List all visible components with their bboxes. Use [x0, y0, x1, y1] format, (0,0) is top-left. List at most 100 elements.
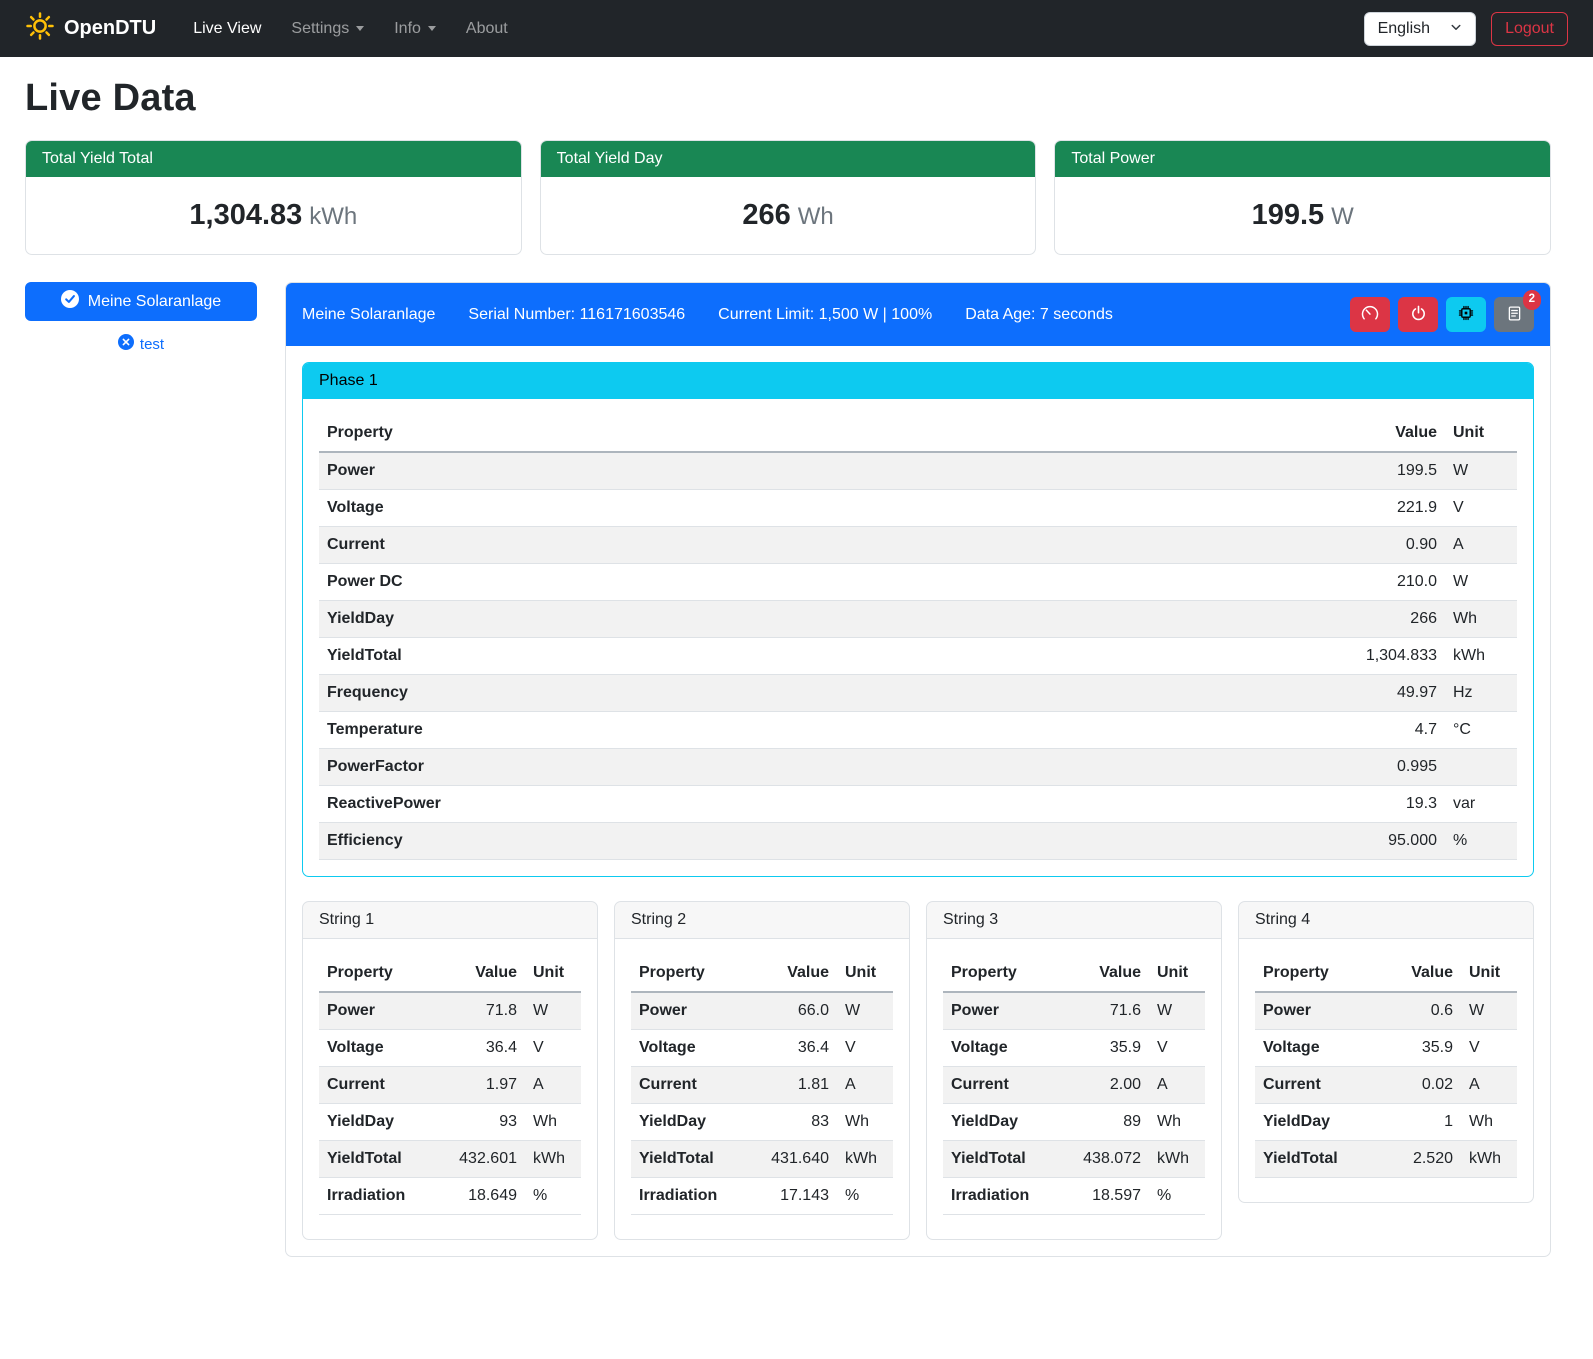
inverter-panel-header: Meine Solaranlage Serial Number: 1161716…: [286, 283, 1550, 346]
row-unit: V: [1461, 1030, 1517, 1067]
column-header-property: Property: [319, 415, 1325, 452]
table-row: Current0.02A: [1255, 1067, 1517, 1104]
language-select[interactable]: English: [1364, 12, 1476, 46]
table-row: YieldTotal1,304.833kWh: [319, 638, 1517, 675]
row-value: 71.6: [1061, 992, 1149, 1030]
row-property: Power: [631, 992, 749, 1030]
row-value: 18.649: [437, 1178, 525, 1215]
row-property: YieldDay: [319, 1104, 437, 1141]
column-header-unit: Unit: [1149, 955, 1205, 992]
table-row: ReactivePower19.3var: [319, 786, 1517, 823]
row-unit: W: [525, 992, 581, 1030]
row-value: 35.9: [1061, 1030, 1149, 1067]
row-unit: V: [837, 1030, 893, 1067]
table-row: Power0.6W: [1255, 992, 1517, 1030]
table-row: Power66.0W: [631, 992, 893, 1030]
phase-table-body: Power199.5WVoltage221.9VCurrent0.90APowe…: [319, 452, 1517, 860]
card-unit: Wh: [798, 203, 834, 230]
table-row: Voltage35.9V: [1255, 1030, 1517, 1067]
row-value: 36.4: [437, 1030, 525, 1067]
string-card-2: String 2 Property Value Unit: [614, 901, 910, 1240]
table-row: YieldTotal2.520kWh: [1255, 1141, 1517, 1178]
row-property: Efficiency: [319, 823, 1325, 860]
string-body: Property Value Unit Power66.0WVoltage36.…: [615, 939, 909, 1239]
table-row: YieldDay266Wh: [319, 601, 1517, 638]
inverter-sidebar: Meine Solaranlage test: [25, 282, 257, 354]
row-value: 49.97: [1325, 675, 1445, 712]
row-unit: V: [525, 1030, 581, 1067]
row-value: 19.3: [1325, 786, 1445, 823]
speedometer-icon: [1360, 303, 1380, 326]
row-unit: V: [1445, 490, 1517, 527]
row-value: 210.0: [1325, 564, 1445, 601]
string-body: Property Value Unit Power71.6WVoltage35.…: [927, 939, 1221, 1239]
event-count-badge: 2: [1523, 290, 1541, 310]
table-row: Temperature4.7°C: [319, 712, 1517, 749]
row-value: 83: [749, 1104, 837, 1141]
column-header-value: Value: [749, 955, 837, 992]
column-header-property: Property: [943, 955, 1061, 992]
row-property: Power: [319, 452, 1325, 490]
string-title: String 1: [303, 902, 597, 939]
string-body: Property Value Unit Power71.8WVoltage36.…: [303, 939, 597, 1239]
row-unit: kWh: [1461, 1141, 1517, 1178]
table-row: PowerFactor0.995: [319, 749, 1517, 786]
row-unit: Wh: [1461, 1104, 1517, 1141]
card-value: 266: [742, 199, 790, 231]
row-property: YieldTotal: [943, 1141, 1061, 1178]
nav-live-view[interactable]: Live View: [178, 12, 276, 46]
inverter-select-test[interactable]: test: [25, 334, 257, 354]
row-value: 0.90: [1325, 527, 1445, 564]
table-header-row: Property Value Unit: [943, 955, 1205, 992]
row-value: 1.81: [749, 1067, 837, 1104]
phase-body: Property Value Unit Power199.5WVoltage22…: [303, 399, 1533, 876]
column-header-property: Property: [1255, 955, 1373, 992]
device-info-button[interactable]: [1446, 297, 1486, 332]
card-value: 1,304.83: [189, 199, 302, 231]
string-card-1: String 1 Property Value Unit: [302, 901, 598, 1240]
table-row: Voltage35.9V: [943, 1030, 1205, 1067]
row-property: YieldDay: [631, 1104, 749, 1141]
table-row: Power DC210.0W: [319, 564, 1517, 601]
table-row: Irradiation17.143%: [631, 1178, 893, 1215]
card-title: Total Power: [1055, 141, 1550, 177]
row-value: 266: [1325, 601, 1445, 638]
top-navbar: OpenDTU Live View Settings Info About En…: [0, 0, 1593, 57]
row-unit: %: [525, 1178, 581, 1215]
column-header-value: Value: [1061, 955, 1149, 992]
card-body: 1,304.83kWh: [26, 177, 521, 254]
row-value: 221.9: [1325, 490, 1445, 527]
nav-info[interactable]: Info: [379, 12, 451, 46]
row-property: YieldTotal: [319, 1141, 437, 1178]
row-property: Current: [631, 1067, 749, 1104]
row-unit: A: [1461, 1067, 1517, 1104]
inverter-select-meine-solaranlage[interactable]: Meine Solaranlage: [25, 282, 257, 321]
row-property: Voltage: [943, 1030, 1061, 1067]
table-row: YieldDay93Wh: [319, 1104, 581, 1141]
brand[interactable]: OpenDTU: [25, 11, 156, 47]
row-value: 18.597: [1061, 1178, 1149, 1215]
row-unit: %: [1445, 823, 1517, 860]
column-header-unit: Unit: [525, 955, 581, 992]
card-total-power: Total Power 199.5W: [1054, 140, 1551, 255]
logout-button[interactable]: Logout: [1491, 12, 1568, 46]
summary-cards-row: Total Yield Total 1,304.83kWh Total Yiel…: [25, 140, 1551, 255]
table-row: YieldTotal431.640kWh: [631, 1141, 893, 1178]
row-value: 1,304.833: [1325, 638, 1445, 675]
string-title: String 2: [615, 902, 909, 939]
string-card-4: String 4 Property Value Unit: [1238, 901, 1534, 1203]
event-log-button[interactable]: 2: [1494, 297, 1534, 332]
limit-settings-button[interactable]: [1350, 297, 1390, 332]
table-row: YieldDay83Wh: [631, 1104, 893, 1141]
row-value: 17.143: [749, 1178, 837, 1215]
row-value: 66.0: [749, 992, 837, 1030]
nav-links: Live View Settings Info About: [178, 12, 523, 46]
power-button[interactable]: [1398, 297, 1438, 332]
row-unit: A: [1149, 1067, 1205, 1104]
string-card-3: String 3 Property Value Unit: [926, 901, 1222, 1240]
row-value: 36.4: [749, 1030, 837, 1067]
card-title: Total Yield Total: [26, 141, 521, 177]
nav-settings[interactable]: Settings: [276, 12, 379, 46]
inverter-panel: Meine Solaranlage Serial Number: 1161716…: [285, 282, 1551, 1257]
nav-about[interactable]: About: [451, 12, 523, 46]
